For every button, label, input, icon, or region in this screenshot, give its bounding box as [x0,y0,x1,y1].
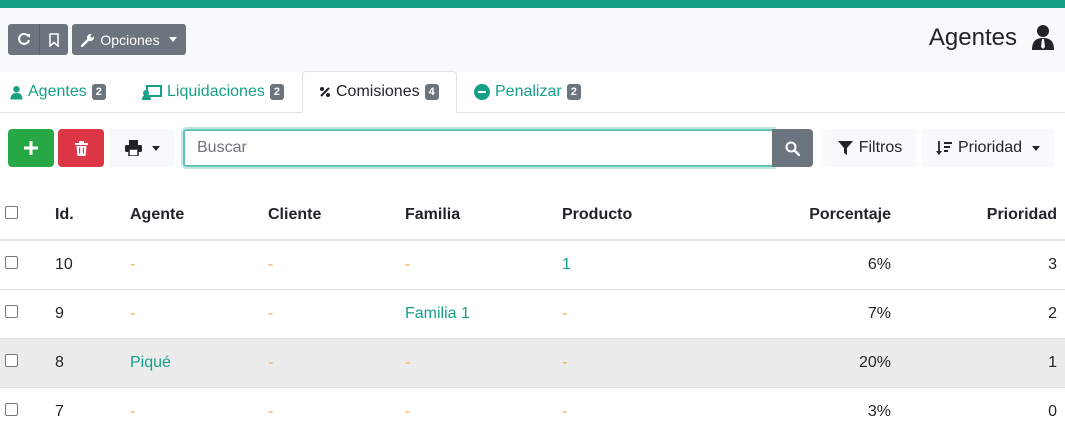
count-badge: 2 [91,84,106,100]
row-checkbox[interactable] [5,353,18,367]
cell-agent-link[interactable]: Piqué [130,337,268,387]
sort-amount-down-icon [935,140,952,156]
tab-label: Penalizar [495,83,562,100]
cell-percentage: 6% [712,239,891,289]
commissions-table: Id. Agente Cliente Familia Producto Porc… [0,190,1065,436]
tab-label: Agentes [28,83,87,100]
cell-agent: - [130,288,268,338]
row-checkbox[interactable] [5,304,18,318]
table-row[interactable]: 10 - - - 1 6% 3 [0,239,1065,289]
select-all-checkbox[interactable] [5,205,18,219]
select-all-cell [0,190,55,241]
search-button[interactable] [772,129,813,167]
options-label: Opciones [100,31,160,48]
cell-client: - [268,288,405,338]
minus-circle-icon [474,84,490,100]
wrench-icon [81,33,95,47]
delete-button[interactable] [58,129,104,167]
cell-client: - [268,239,405,289]
cell-percentage: 20% [712,337,891,387]
table-row[interactable]: 8 Piqué - - - 20% 1 [0,337,1065,387]
column-header-product[interactable]: Producto [562,190,712,241]
cell-agent: - [130,386,268,436]
page-title: Agentes [928,24,1017,51]
tab-bar: Agentes 2 Liquidaciones 2 Comisiones 4 P… [0,71,1065,113]
cell-product: - [562,337,712,387]
chevron-down-icon [151,145,160,151]
table-header-row: Id. Agente Cliente Familia Producto Porc… [0,190,1065,241]
user-tie-icon [1031,24,1055,50]
column-header-agent[interactable]: Agente [130,190,268,241]
plus-icon [24,141,38,155]
priority-sort-dropdown[interactable]: Prioridad [922,129,1054,167]
bookmark-icon [48,32,60,47]
cell-id: 9 [55,288,130,338]
cell-id: 10 [55,239,130,289]
table-row[interactable]: 7 - - - - 3% 0 [0,386,1065,436]
search-icon [785,141,800,156]
tab-agentes[interactable]: Agentes 2 [10,71,106,113]
cell-id: 8 [55,337,130,387]
chevron-down-icon [1032,145,1041,151]
column-header-priority[interactable]: Prioridad [891,190,1065,241]
cell-priority: 2 [891,288,1065,338]
filters-label: Filtros [858,139,903,156]
cell-family: - [405,239,562,289]
cell-percentage: 3% [712,386,891,436]
search-input[interactable] [183,129,774,167]
tab-label: Liquidaciones [167,83,265,100]
print-dropdown-button[interactable] [109,129,175,167]
cell-priority: 1 [891,337,1065,387]
priority-label: Prioridad [957,139,1023,156]
add-button[interactable] [8,129,54,167]
cell-family-link[interactable]: Familia 1 [405,288,562,338]
reload-icon [17,32,31,47]
tab-comisiones[interactable]: Comisiones 4 [302,71,457,113]
user-tie-icon [10,85,23,100]
cell-product: - [562,288,712,338]
column-header-client[interactable]: Cliente [268,190,405,241]
top-accent-bar [0,0,1065,8]
cell-family: - [405,386,562,436]
options-dropdown-button[interactable]: Opciones [72,24,186,55]
row-checkbox[interactable] [5,402,18,416]
cell-product-link[interactable]: 1 [562,239,712,289]
column-header-percentage[interactable]: Porcentaje [712,190,891,241]
print-icon [124,140,142,156]
chalkboard-teacher-icon [142,84,162,100]
percentage-icon [319,86,331,98]
column-header-family[interactable]: Familia [405,190,562,241]
cell-priority: 0 [891,386,1065,436]
cell-priority: 3 [891,239,1065,289]
tab-label: Comisiones [336,83,420,100]
count-badge: 2 [269,84,284,100]
column-header-id[interactable]: Id. [55,190,130,241]
filter-icon [837,140,853,156]
cell-agent: - [130,239,268,289]
count-badge: 2 [566,84,581,100]
filters-button[interactable]: Filtros [823,129,917,167]
bookmark-button[interactable] [39,24,68,55]
cell-id: 7 [55,386,130,436]
table-row[interactable]: 9 - - Familia 1 - 7% 2 [0,288,1065,338]
cell-product: - [562,386,712,436]
cell-client: - [268,386,405,436]
trash-icon [74,140,88,156]
tab-penalizar[interactable]: Penalizar 2 [474,71,581,113]
tab-liquidaciones[interactable]: Liquidaciones 2 [142,71,284,113]
count-badge: 4 [424,84,439,100]
reload-button[interactable] [8,24,39,55]
cell-percentage: 7% [712,288,891,338]
cell-client: - [268,337,405,387]
row-checkbox[interactable] [5,255,18,269]
chevron-down-icon [168,37,177,42]
cell-family: - [405,337,562,387]
